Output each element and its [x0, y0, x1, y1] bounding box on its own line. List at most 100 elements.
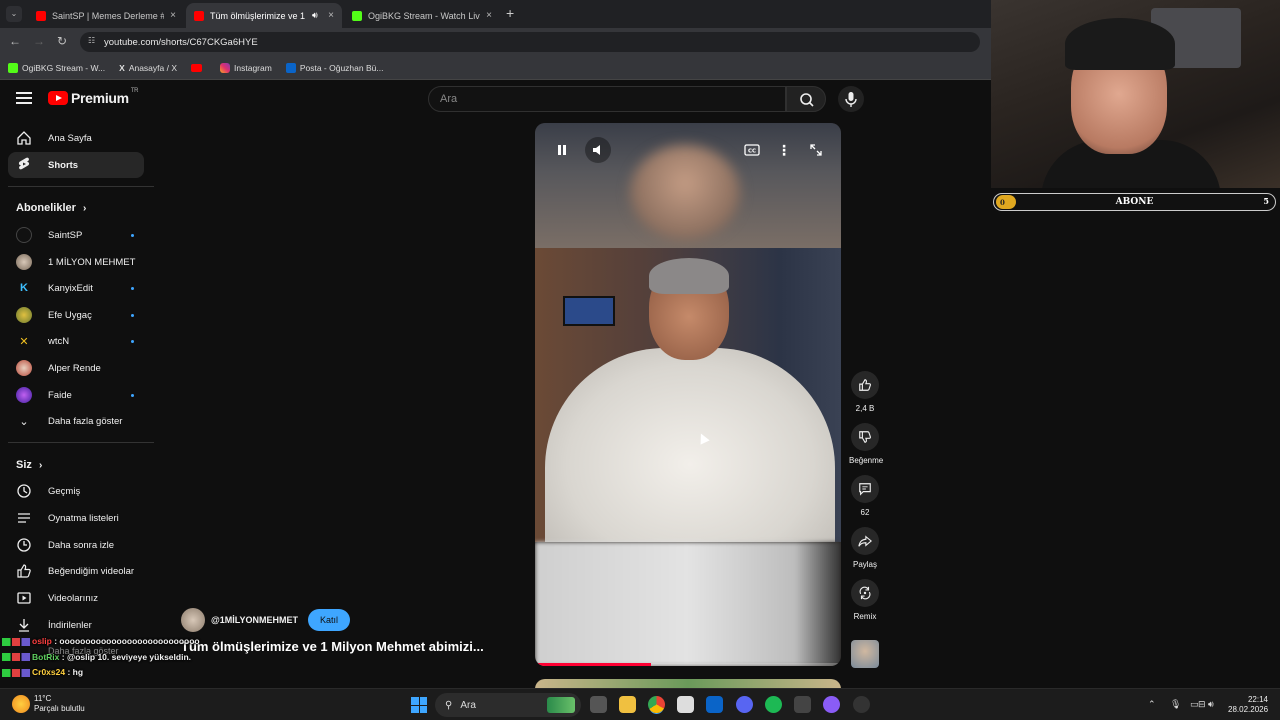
- sidebar-item-wtcn[interactable]: ✕ wtcN: [8, 328, 144, 354]
- bookmark-x[interactable]: X Anasayfa / X: [119, 63, 177, 73]
- tray-network-icon[interactable]: ⊟: [1198, 699, 1206, 710]
- site-info-icon[interactable]: ☷: [88, 36, 95, 45]
- clock-time: 22:14: [1247, 695, 1268, 704]
- comment-count: 62: [860, 508, 870, 517]
- tv-screen: [563, 296, 615, 326]
- live-dot: [131, 233, 134, 237]
- close-icon[interactable]: ×: [164, 10, 176, 21]
- discord-taskbar-icon[interactable]: [736, 696, 753, 713]
- tray-mic-icon[interactable]: 🎙︎: [1170, 699, 1181, 710]
- bookmark-label: Instagram: [234, 62, 272, 73]
- tab-ogibkg-stream[interactable]: OgiBKG Stream - Watch Live o ×: [344, 3, 500, 28]
- reload-icon[interactable]: ↻: [57, 34, 67, 48]
- chrome-icon[interactable]: [648, 696, 665, 713]
- logo-text: Premium: [71, 90, 129, 106]
- app-icon[interactable]: [823, 696, 840, 713]
- fullscreen-button[interactable]: [803, 137, 829, 163]
- sidebar-item-efeuygac[interactable]: Efe Uygaç: [8, 302, 144, 328]
- settings-icon[interactable]: [853, 696, 870, 713]
- you-header[interactable]: Siz ›: [16, 459, 42, 471]
- like-button[interactable]: 2,4 B: [849, 371, 881, 413]
- join-button[interactable]: Katıl: [307, 609, 350, 631]
- bookmark-outlook[interactable]: Posta - Oğuzhan Bü...: [285, 62, 384, 73]
- instagram-icon: [220, 62, 231, 73]
- youtube-icon: [194, 10, 204, 21]
- youtube-premium-logo[interactable]: Premium TR: [48, 88, 139, 106]
- video-title[interactable]: Tüm ölmüşlerimize ve 1 Milyon Mehmet abi…: [181, 639, 484, 654]
- taskbar-search-label: Ara: [460, 699, 476, 711]
- sidebar-item-your-videos[interactable]: Videolarınız: [8, 585, 144, 611]
- outlook-icon[interactable]: [706, 696, 723, 713]
- show-more-button[interactable]: ⌄ Daha fazla göster: [8, 408, 144, 434]
- channel-handle[interactable]: @1MİLYONMEHMET: [211, 615, 298, 625]
- tab-search-icon[interactable]: ⌄: [6, 6, 22, 22]
- more-options-button[interactable]: ⋮: [771, 137, 797, 163]
- close-icon[interactable]: ×: [322, 10, 334, 21]
- volume-button[interactable]: [585, 137, 611, 163]
- captions-button[interactable]: CC: [739, 137, 765, 163]
- tray-chevron-icon[interactable]: ⌃: [1148, 699, 1156, 710]
- tray-volume-icon[interactable]: 🔊︎: [1208, 699, 1214, 710]
- weather-widget[interactable]: 11°C Parçalı bulutlu: [12, 694, 85, 714]
- sidebar-item-saintsp[interactable]: SaintSP: [8, 222, 144, 248]
- search-button[interactable]: [786, 86, 826, 112]
- task-view-icon[interactable]: [590, 696, 607, 713]
- obs-icon[interactable]: [794, 696, 811, 713]
- speaker-icon[interactable]: 🔊︎: [312, 10, 318, 21]
- spotify-icon[interactable]: [765, 696, 782, 713]
- home-icon: [16, 130, 32, 146]
- bookmark-instagram[interactable]: Instagram: [220, 62, 272, 73]
- chat-text: ooooooooooooooooooooooooooo: [59, 636, 200, 646]
- chat-message: BotRix : @oslip 10. seviyeye yükseldin.: [2, 650, 202, 666]
- tab-current-short[interactable]: Tüm ölmüşlerimize ve 1 Mi 🔊︎ ×: [186, 3, 342, 28]
- subscriptions-header[interactable]: Abonelikler ›: [16, 202, 86, 214]
- bookmark-label: Anasayfa / X: [128, 62, 178, 73]
- system-clock[interactable]: 22:14 28.02.2026: [1228, 695, 1268, 715]
- short-video-player[interactable]: CC ⋮: [535, 123, 841, 666]
- address-bar[interactable]: ☷ youtube.com/shorts/C67CKGa6HYE: [80, 32, 980, 52]
- search-highlight-icon: [547, 697, 575, 713]
- back-icon[interactable]: ←: [9, 34, 21, 48]
- close-icon[interactable]: ×: [480, 10, 492, 21]
- channel-avatar[interactable]: [181, 608, 205, 632]
- search-input[interactable]: Ara: [428, 86, 786, 112]
- windows-start-icon[interactable]: [411, 697, 427, 713]
- share-button[interactable]: Paylaş: [849, 527, 881, 569]
- sidebar-item-kanyixedit[interactable]: K KanyixEdit: [8, 275, 144, 301]
- sidebar-item-liked-videos[interactable]: Beğendiğim videolar: [8, 558, 144, 584]
- avatar: [16, 360, 32, 376]
- bookmark-ogibkg[interactable]: OgiBKG Stream - W...: [8, 62, 105, 73]
- sidebar-item-shorts[interactable]: Shorts: [8, 152, 144, 178]
- sound-thumbnail[interactable]: [851, 640, 879, 668]
- sidebar-item-watch-later[interactable]: Daha sonra izle: [8, 532, 144, 558]
- hamburger-menu-icon[interactable]: [16, 92, 32, 104]
- sidebar-item-home[interactable]: Ana Sayfa: [8, 125, 144, 151]
- history-icon: [16, 483, 32, 499]
- bookmark-youtube[interactable]: [191, 63, 206, 72]
- sidebar-item-history[interactable]: Geçmiş: [8, 478, 144, 504]
- section-title: Siz: [16, 459, 32, 471]
- chat-colon: :: [65, 667, 73, 677]
- file-explorer-icon[interactable]: [619, 696, 636, 713]
- x-logo-icon: X: [119, 62, 125, 73]
- comments-button[interactable]: 62: [849, 475, 881, 517]
- progress-bar[interactable]: [535, 663, 652, 666]
- bookmark-label: Posta - Oğuzhan Bü...: [299, 62, 384, 73]
- avatar: K: [20, 282, 28, 294]
- forward-icon[interactable]: →: [33, 34, 45, 48]
- sidebar-item-faide[interactable]: Faide: [8, 382, 144, 408]
- new-tab-button[interactable]: +: [506, 5, 514, 21]
- sidebar-item-1milyonmehmet[interactable]: 1 MİLYON MEHMET: [8, 249, 144, 275]
- pause-button[interactable]: [549, 137, 575, 163]
- sidebar-item-playlists[interactable]: Oynatma listeleri: [8, 505, 144, 531]
- sidebar-item-alperrende[interactable]: Alper Rende: [8, 355, 144, 381]
- tab-saintsp[interactable]: SaintSP | Memes Derleme #kel ×: [28, 3, 184, 28]
- voice-search-button[interactable]: [838, 86, 864, 112]
- remix-button[interactable]: Remix: [849, 579, 881, 621]
- avatar: [16, 307, 32, 323]
- chat-username: Cr0xs24: [32, 667, 66, 677]
- dislike-button[interactable]: Beğenme: [849, 423, 883, 465]
- store-icon[interactable]: [677, 696, 694, 713]
- channel-name: Alper Rende: [48, 362, 101, 374]
- taskbar-search[interactable]: ⚲ Ara: [435, 693, 581, 717]
